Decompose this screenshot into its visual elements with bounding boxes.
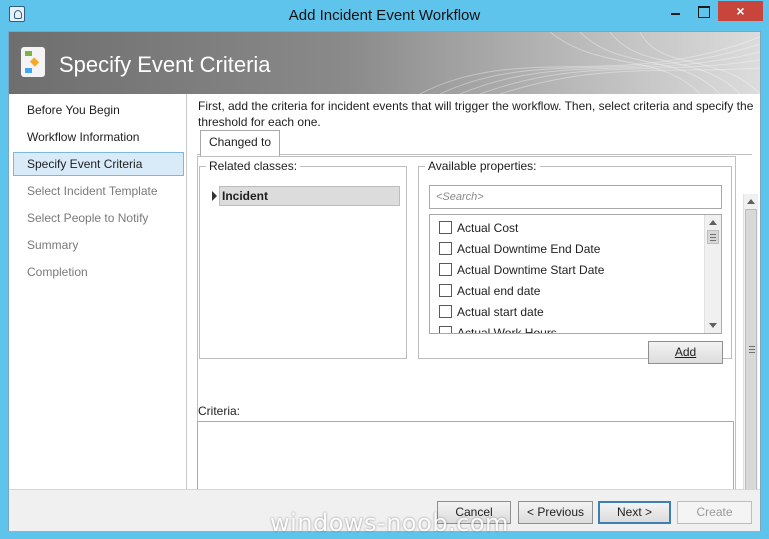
wizard-client-area: Specify Event Criteria Before You Begin … [8,31,761,531]
tab-changed-to[interactable]: Changed to [200,130,280,156]
property-item[interactable]: Actual end date [439,281,540,301]
nav-step-summary: Summary [27,238,79,252]
add-button[interactable]: Add [648,341,723,364]
scroll-up-icon[interactable] [747,199,755,204]
checkbox[interactable] [439,326,452,333]
related-classes-group: Related classes: Incident [199,159,407,359]
available-properties-label: Available properties: [425,159,540,173]
next-button[interactable]: Next > [598,501,671,524]
available-properties-group: Available properties: <Search> Actual Co… [418,159,732,364]
maximize-button[interactable] [690,1,717,21]
checkbox[interactable] [439,284,452,297]
page-title: Specify Event Criteria [59,52,271,77]
scroll-up-icon[interactable] [709,220,717,225]
related-classes-label: Related classes: [206,159,301,173]
scroll-down-icon[interactable] [709,323,717,328]
property-label: Actual Work Hours [457,326,557,334]
expand-arrow-icon[interactable] [212,191,217,201]
nav-step-before-you-begin[interactable]: Before You Begin [13,98,184,122]
checkbox[interactable] [439,221,452,234]
property-label: Actual Downtime End Date [457,242,601,256]
property-list-scrollbar[interactable] [704,215,721,333]
instructions-text: First, add the criteria for incident eve… [198,99,754,129]
property-label: Actual Downtime Start Date [457,263,605,277]
property-list[interactable]: Actual Cost Actual Downtime End Date Act… [429,214,722,334]
tab-strip: Changed to [197,130,752,156]
property-item[interactable]: Actual Cost [439,218,518,238]
wizard-steps-nav: Before You Begin Workflow Information Sp… [9,94,187,489]
content-scrollbar[interactable] [743,194,758,523]
close-icon: × [736,3,745,19]
property-item[interactable]: Actual Downtime Start Date [439,260,604,280]
tree-item-label[interactable]: Incident [219,186,400,206]
property-item[interactable]: Actual start date [439,302,544,322]
scroll-thumb[interactable] [707,230,719,244]
header-banner: Specify Event Criteria [9,32,760,94]
add-button-label: Add [674,345,697,359]
nav-step-completion: Completion [27,265,88,279]
workflow-icon [21,47,45,77]
criteria-label: Criteria: [198,404,241,418]
title-bar[interactable]: Add Incident Event Workflow × [0,0,769,31]
window-title: Add Incident Event Workflow [288,7,481,24]
checkbox[interactable] [439,242,452,255]
nav-step-workflow-information[interactable]: Workflow Information [13,125,184,149]
watermark-text: windows-noob.com [270,509,509,537]
property-label: Actual Cost [457,221,519,235]
property-label: Actual end date [457,284,541,298]
nav-step-specify-event-criteria[interactable]: Specify Event Criteria [13,152,184,176]
banner-wave-graphic [419,32,760,94]
checkbox[interactable] [439,263,452,276]
minimize-button[interactable] [662,1,689,21]
property-item[interactable]: Actual Downtime End Date [439,239,600,259]
property-label: Actual start date [457,305,544,319]
previous-button[interactable]: < Previous [518,501,593,524]
tree-item-incident[interactable]: Incident [212,186,400,206]
create-button: Create [677,501,752,524]
wizard-window: Add Incident Event Workflow × Specify Ev… [0,0,769,539]
content-scroll-thumb[interactable] [745,209,757,501]
nav-step-select-incident-template: Select Incident Template [27,184,158,198]
property-item[interactable]: Actual Work Hours [439,323,557,334]
property-search-input[interactable]: <Search> [429,185,722,209]
close-button[interactable]: × [718,1,763,21]
tab-panel: Related classes: Incident Available prop… [197,156,736,521]
main-content: First, add the criteria for incident eve… [188,94,760,523]
nav-step-select-people-to-notify: Select People to Notify [27,211,149,225]
checkbox[interactable] [439,305,452,318]
